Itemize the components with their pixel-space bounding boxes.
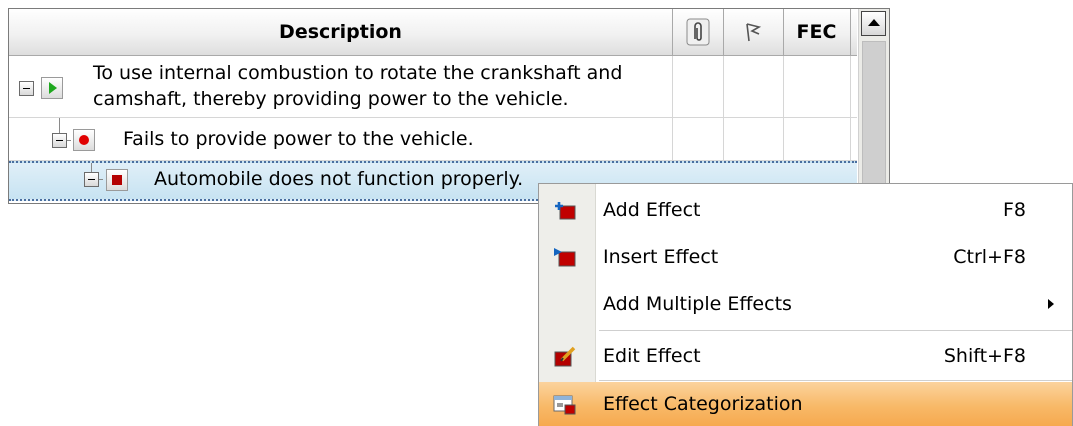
function-text-line-2: camshaft, thereby providing power to the… <box>93 88 569 110</box>
menu-item-insert-effect[interactable]: Insert Effect Ctrl+F8 <box>539 235 1072 279</box>
tree-row-function[interactable]: To use internal combustion to rotate the… <box>9 56 857 118</box>
function-play-icon <box>41 77 63 99</box>
collapse-toggle[interactable] <box>19 81 34 96</box>
column-header-description-label: Description <box>279 21 402 43</box>
column-header-fec[interactable]: FEC <box>783 9 851 55</box>
collapse-toggle[interactable] <box>84 172 99 187</box>
column-header-description[interactable]: Description <box>9 9 673 55</box>
effect-text: Automobile does not function properly. <box>154 168 524 190</box>
context-menu: Add Effect F8 Insert Effect Ctrl+F8 Add … <box>538 183 1073 426</box>
effect-square-icon <box>106 169 128 191</box>
column-header-flag[interactable] <box>723 9 784 55</box>
grid-header: Description FEC <box>9 9 857 56</box>
fec-cell[interactable] <box>783 56 851 117</box>
menu-item-add-effect[interactable]: Add Effect F8 <box>539 188 1072 232</box>
menu-item-label: Effect Categorization <box>603 393 803 415</box>
menu-item-label: Add Effect <box>603 199 701 221</box>
flag-cell[interactable] <box>723 56 784 117</box>
menu-item-add-multiple-effects[interactable]: Add Multiple Effects <box>539 282 1072 326</box>
function-text-line-1: To use internal combustion to rotate the… <box>93 62 623 84</box>
menu-item-label: Insert Effect <box>603 246 719 268</box>
attachment-cell[interactable] <box>672 118 724 160</box>
fmea-tree-grid: Description FEC To use internal combusti… <box>8 8 890 204</box>
tree-row-failure[interactable]: Fails to provide power to the vehicle. <box>9 118 857 161</box>
menu-item-effect-categorization[interactable]: Effect Categorization <box>539 382 1072 426</box>
menu-item-edit-effect[interactable]: Edit Effect Shift+F8 <box>539 334 1072 378</box>
menu-separator <box>599 380 1072 381</box>
vertical-scrollbar[interactable] <box>858 9 889 203</box>
edit-effect-icon <box>554 346 576 367</box>
menu-item-shortcut: Shift+F8 <box>943 345 1026 367</box>
effect-categorization-icon <box>553 395 576 415</box>
scroll-up-button[interactable] <box>861 11 886 36</box>
menu-item-label: Add Multiple Effects <box>603 293 792 315</box>
fec-cell[interactable] <box>783 118 851 160</box>
flag-cell[interactable] <box>723 118 784 160</box>
insert-effect-icon <box>554 248 576 267</box>
paperclip-icon <box>686 18 709 46</box>
column-header-attachments[interactable] <box>672 9 724 55</box>
attachment-cell[interactable] <box>672 56 724 117</box>
add-effect-icon <box>555 202 576 220</box>
menu-separator <box>599 330 1072 331</box>
menu-item-label: Edit Effect <box>603 345 701 367</box>
submenu-arrow-icon <box>1048 299 1054 309</box>
flag-icon <box>746 23 762 42</box>
failure-dot-icon <box>73 129 95 151</box>
menu-item-shortcut: F8 <box>1002 199 1026 221</box>
scroll-thumb[interactable] <box>862 41 886 203</box>
menu-item-shortcut: Ctrl+F8 <box>953 246 1026 268</box>
collapse-toggle[interactable] <box>52 133 67 148</box>
failure-text: Fails to provide power to the vehicle. <box>123 128 474 150</box>
column-header-fec-label: FEC <box>796 21 837 43</box>
